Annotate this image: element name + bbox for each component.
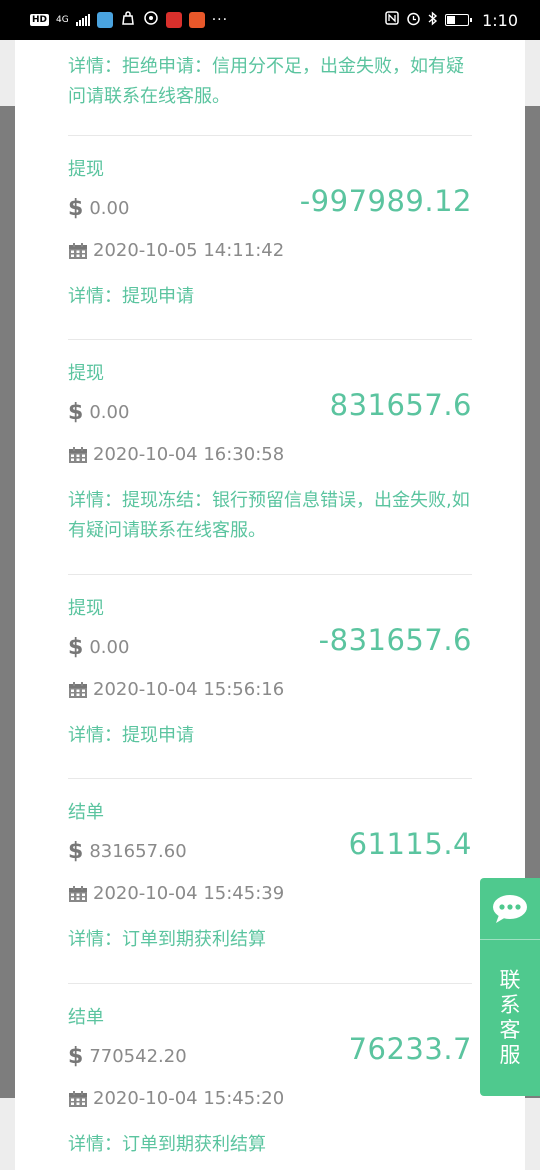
record-type: 提现 bbox=[68, 363, 104, 384]
list-item[interactable]: 提现 $ 0.00 -997989.12 2020-10-05 14:11:42… bbox=[68, 156, 472, 336]
calendar-icon bbox=[69, 1090, 87, 1107]
network-label: 4G bbox=[56, 15, 69, 25]
customer-service-widget[interactable]: 联系客服 bbox=[480, 878, 540, 1096]
record-amount: 831657.6 bbox=[329, 388, 472, 422]
alarm-icon bbox=[406, 11, 421, 30]
top-record-detail: 详情：拒绝申请：信用分不足，出金失败，如有疑问请联系在线客服。 bbox=[68, 56, 464, 107]
chat-bubble-icon bbox=[493, 894, 527, 923]
dollar-icon: $ bbox=[68, 839, 84, 864]
clock: 1:10 bbox=[482, 10, 518, 30]
records-sheet[interactable]: 详情：拒绝申请：信用分不足，出金失败，如有疑问请联系在线客服。 提现 $ 0.0… bbox=[15, 40, 525, 1170]
dollar-icon: $ bbox=[68, 635, 84, 660]
app-notification-icon bbox=[96, 12, 113, 28]
record-amount: -997989.12 bbox=[299, 184, 472, 218]
balance-value: 0.00 bbox=[89, 402, 130, 423]
record-balance: $ 831657.60 bbox=[68, 839, 187, 864]
shop-app-icon bbox=[188, 12, 205, 28]
list-item[interactable]: 结单 $ 831657.60 61115.4 2020-10-04 15:45:… bbox=[68, 799, 472, 979]
record-detail: 详情：提现冻结：银行预留信息错误，出金失败,如有疑问请联系在线客服。 bbox=[68, 490, 470, 541]
list-item[interactable]: 结单 $ 770542.20 76233.7 2020-10-04 15:45:… bbox=[68, 1004, 472, 1170]
record-type: 提现 bbox=[68, 598, 104, 619]
record-amount: -831657.6 bbox=[318, 623, 472, 657]
status-right: 1:10 bbox=[385, 11, 518, 30]
record-detail: 详情：订单到期获利结算 bbox=[68, 929, 266, 950]
record-amount: 76233.7 bbox=[348, 1032, 472, 1066]
divider bbox=[68, 574, 472, 575]
nfc-icon bbox=[385, 11, 399, 29]
status-bar: HD 4G ··· 1:10 bbox=[0, 0, 540, 40]
calendar-icon bbox=[69, 242, 87, 259]
record-balance: $ 0.00 bbox=[68, 400, 129, 425]
record-amount: 61115.4 bbox=[348, 827, 472, 861]
dollar-icon: $ bbox=[68, 1044, 84, 1069]
bluetooth-icon bbox=[428, 10, 438, 30]
divider bbox=[68, 339, 472, 340]
record-detail: 详情：提现申请 bbox=[68, 725, 194, 746]
record-date: 2020-10-04 15:56:16 bbox=[68, 679, 284, 700]
list-item[interactable]: 提现 $ 0.00 -831657.6 2020-10-04 15:56:16 … bbox=[68, 595, 472, 775]
target-icon bbox=[143, 10, 159, 30]
date-value: 2020-10-04 16:30:58 bbox=[93, 444, 285, 465]
record-detail: 详情：提现申请 bbox=[68, 286, 194, 307]
chat-button[interactable] bbox=[480, 878, 540, 940]
record-balance: $ 770542.20 bbox=[68, 1044, 187, 1069]
news-app-icon bbox=[165, 12, 182, 28]
record-balance: $ 0.00 bbox=[68, 196, 129, 221]
record-type: 结单 bbox=[68, 1007, 104, 1028]
divider bbox=[68, 135, 472, 136]
calendar-icon bbox=[69, 885, 87, 902]
divider bbox=[68, 983, 472, 984]
contact-support-label[interactable]: 联系客服 bbox=[499, 968, 521, 1068]
signal-icon bbox=[75, 14, 90, 26]
record-date: 2020-10-04 15:45:20 bbox=[68, 1088, 284, 1109]
dollar-icon: $ bbox=[68, 400, 84, 425]
hd-badge: HD bbox=[30, 14, 50, 26]
divider bbox=[68, 778, 472, 779]
bag-icon bbox=[120, 10, 136, 30]
record-detail: 详情：订单到期获利结算 bbox=[68, 1134, 266, 1155]
record-date: 2020-10-04 15:45:39 bbox=[68, 883, 284, 904]
date-value: 2020-10-04 15:56:16 bbox=[93, 679, 285, 700]
balance-value: 831657.60 bbox=[89, 841, 187, 862]
balance-value: 770542.20 bbox=[89, 1046, 187, 1067]
date-value: 2020-10-04 15:45:20 bbox=[93, 1088, 285, 1109]
calendar-icon bbox=[69, 681, 87, 698]
balance-value: 0.00 bbox=[89, 198, 130, 219]
calendar-icon bbox=[69, 446, 87, 463]
record-type: 结单 bbox=[68, 802, 104, 823]
list-item[interactable]: 提现 $ 0.00 831657.6 2020-10-04 16:30:58 详… bbox=[68, 360, 472, 570]
record-balance: $ 0.00 bbox=[68, 635, 129, 660]
status-left: HD 4G ··· bbox=[30, 10, 228, 30]
more-icon: ··· bbox=[211, 12, 229, 28]
battery-icon bbox=[445, 14, 473, 26]
date-value: 2020-10-04 15:45:39 bbox=[93, 883, 285, 904]
record-type: 提现 bbox=[68, 159, 104, 180]
record-date: 2020-10-04 16:30:58 bbox=[68, 444, 284, 465]
balance-value: 0.00 bbox=[89, 637, 130, 658]
date-value: 2020-10-05 14:11:42 bbox=[93, 240, 285, 261]
dollar-icon: $ bbox=[68, 196, 84, 221]
record-date: 2020-10-05 14:11:42 bbox=[68, 240, 284, 261]
